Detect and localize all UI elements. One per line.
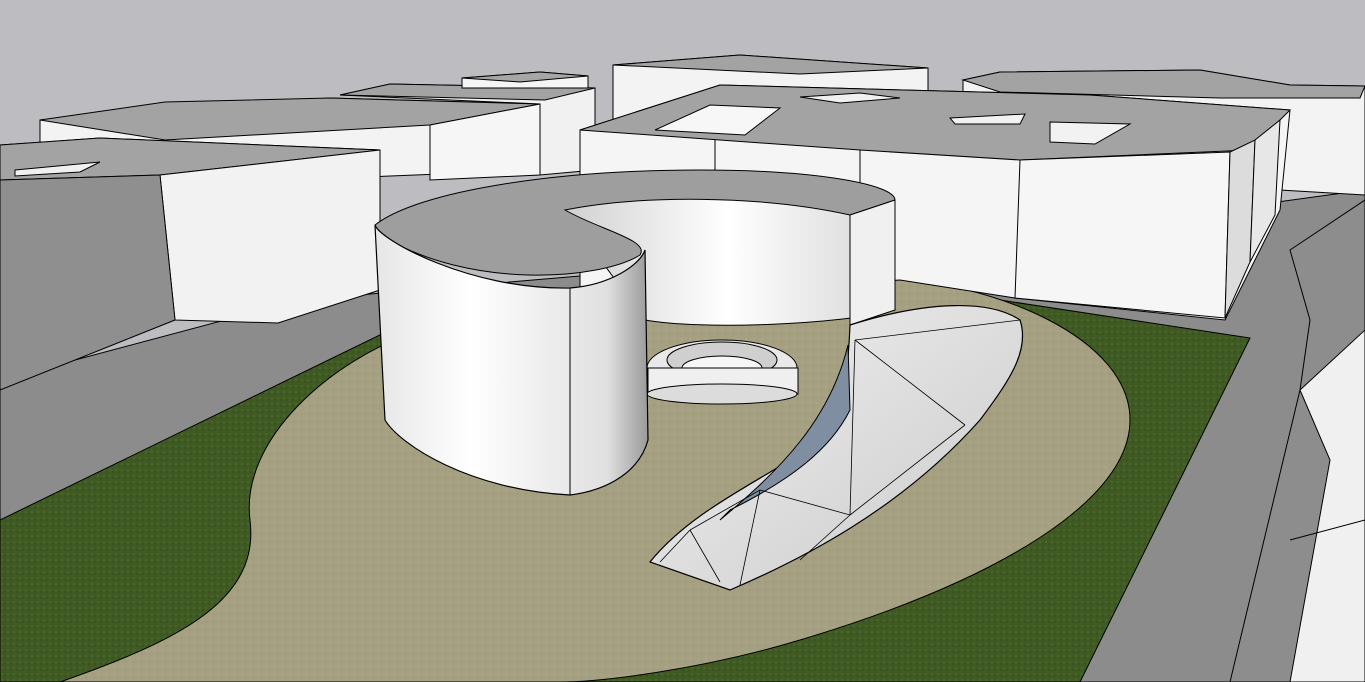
3d-model-viewport[interactable] — [0, 0, 1365, 682]
scene-canvas[interactable] — [0, 0, 1365, 682]
